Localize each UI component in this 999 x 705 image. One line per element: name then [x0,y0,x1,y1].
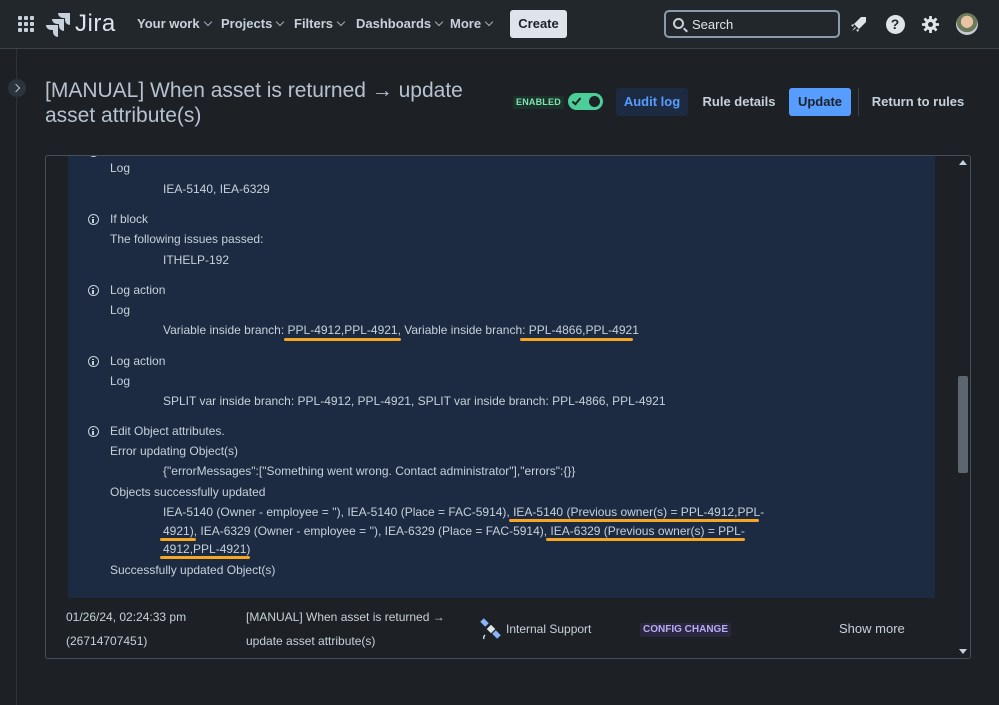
info-icon [88,426,99,437]
jira-logo-icon [46,13,70,37]
audit-id: (26714707451) [66,634,148,648]
chevron-down-icon [276,17,285,27]
audit-rule-name: [MANUAL] When asset is returned → [246,610,445,624]
sidebar-divider [16,49,17,705]
show-more-link[interactable]: Show more [839,617,905,641]
scroll-up-icon[interactable] [959,160,967,165]
rocket-icon [851,17,866,32]
audit-actor: Internal Support [506,622,592,636]
log-entry-title: Log action [110,354,166,368]
search-input[interactable]: Search [664,10,840,38]
info-icon [88,356,99,367]
log-line: Successfully updated Object(s) [110,563,276,577]
search-icon [673,18,684,29]
rule-enabled-toggle[interactable] [568,93,603,110]
search-placeholder: Search [692,17,734,32]
toggle-knob [589,96,600,107]
log-entry-title: Edit Object attributes. [110,424,225,438]
log-value: IEA-5140 (Owner - employee = ''), IEA-51… [163,505,765,519]
jira-logo[interactable]: Jira [46,10,124,38]
expand-sidebar-icon[interactable] [8,79,26,97]
log-value: 4912,PPL-4921) [163,542,251,556]
log-line: The following issues passed: [110,232,264,246]
nav-your-work[interactable]: Your work [137,16,212,31]
page-title: [MANUAL] When asset is returned → update… [45,79,463,127]
nav-projects-label: Projects [221,16,273,31]
highlight-underline [509,519,759,522]
logo-text: Jira [75,10,116,37]
nav-filters-label: Filters [294,16,334,31]
nav-filters[interactable]: Filters [294,16,346,31]
create-button[interactable]: Create [510,10,567,38]
nav-your-work-label: Your work [137,16,200,31]
chevron-down-icon [203,17,212,27]
log-value: 4921), IEA-6329 (Owner - employee = ''),… [163,524,745,538]
log-line: Error updating Object(s) [110,444,239,458]
log-line: Log [110,374,131,388]
nav-more-label: More [450,16,482,31]
log-value: Variable inside branch: PPL-4912,PPL-492… [163,323,639,337]
status-badge: ENABLED [513,96,564,109]
log-value: ITHELP-192 [163,253,230,267]
category-badge: CONFIG CHANGE [640,623,731,637]
nav-projects[interactable]: Projects [221,16,285,31]
log-entry-title: If block [110,212,149,226]
log-value: IEA-5140, IEA-6329 [163,182,270,196]
audit-date: 01/26/24, 02:24:33 pm [66,610,187,624]
log-value: SPLIT var inside branch: PPL-4912, PPL-4… [163,394,666,408]
settings-gear-icon[interactable] [919,13,941,35]
audit-log-details: Log IEA-5140, IEA-6329 If block The foll… [68,156,935,598]
user-avatar[interactable] [956,13,978,35]
app-switcher-icon[interactable] [18,16,34,32]
satellite-icon [480,618,501,640]
return-to-rules-button[interactable]: Return to rules [870,88,966,116]
log-value: {"errorMessages":["Something went wrong.… [163,464,576,478]
nav-dashboards[interactable]: Dashboards [356,16,444,31]
info-icon [88,285,99,296]
highlight-underline [520,338,633,341]
header-divider [858,88,859,116]
top-navigation: Jira Your work Projects Filters Dashboar… [0,0,999,49]
log-entry-title: Log action [110,283,166,297]
nav-more[interactable]: More [450,16,494,31]
rule-details-button[interactable]: Rule details [699,88,779,116]
highlight-underline [284,338,401,341]
chevron-down-icon [434,17,444,27]
audit-log-panel: Log IEA-5140, IEA-6329 If block The foll… [45,155,971,659]
audit-log-button[interactable]: Audit log [616,88,688,116]
scroll-down-icon[interactable] [959,649,967,654]
audit-rule-name-continued: update asset attribute(s) [246,634,376,648]
highlight-underline [160,538,196,541]
update-button[interactable]: Update [789,88,851,116]
log-line: Objects successfully updated [110,485,266,499]
nav-dashboards-label: Dashboards [356,16,432,31]
scrollbar[interactable] [956,156,970,658]
highlight-underline [160,556,250,559]
info-icon [88,156,99,157]
help-glyph: ? [885,14,905,34]
info-icon [88,214,99,225]
chevron-down-icon [484,17,494,27]
gear-icon [921,15,939,33]
log-line: Log [110,303,131,317]
notifications-icon[interactable] [848,13,870,35]
chevron-down-icon [336,17,346,27]
log-line: Log [110,161,131,175]
help-icon[interactable]: ? [884,13,906,35]
check-icon [571,95,582,106]
scrollbar-thumb[interactable] [958,376,968,473]
highlight-underline [546,538,745,541]
